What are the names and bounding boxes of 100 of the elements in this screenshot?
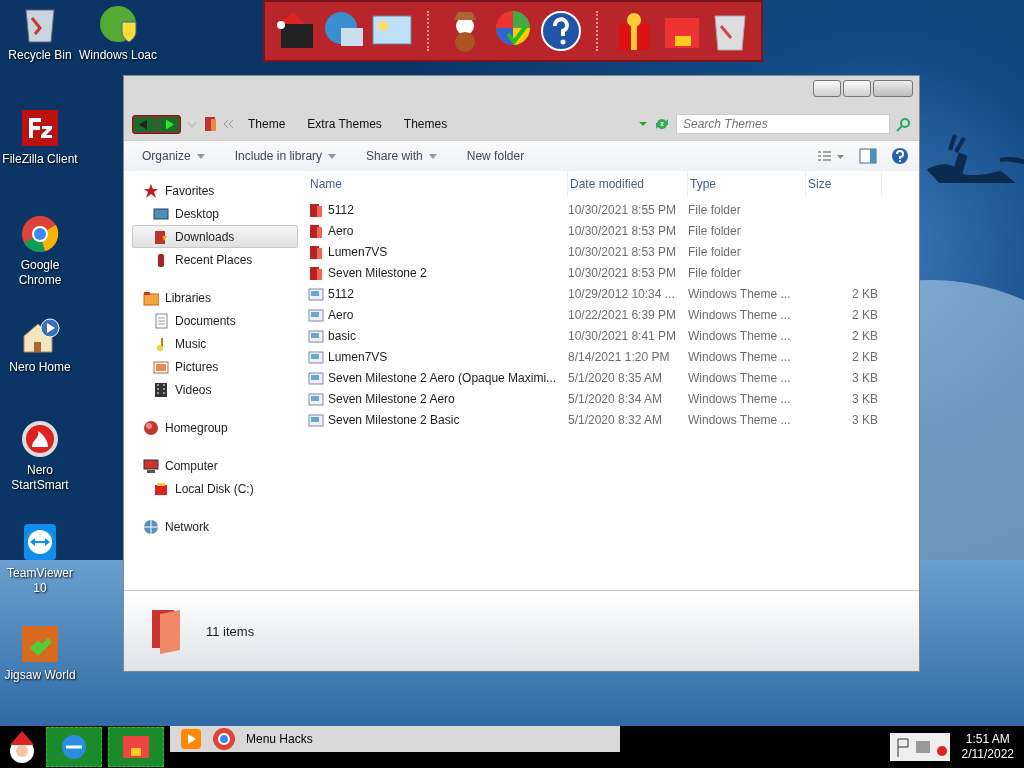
breadcrumb-item[interactable]: Theme <box>240 115 294 133</box>
file-name[interactable]: Seven Milestone 2 Aero <box>328 391 455 406</box>
computer-icon <box>143 457 159 474</box>
flame-icon[interactable] <box>20 419 60 459</box>
help-icon[interactable] <box>891 147 909 165</box>
nav-item[interactable]: Network <box>132 515 298 538</box>
nav-item[interactable]: Favorites <box>132 179 298 202</box>
folder-icon <box>308 264 324 281</box>
table-cell-text: 5/1/2020 8:34 AM <box>568 391 664 406</box>
theme-file-icon <box>308 348 324 365</box>
table-cell-text: 10/30/2021 8:41 PM <box>568 328 678 343</box>
downloads-folder-icon <box>153 228 169 245</box>
library-icon <box>143 289 159 306</box>
folder-icon <box>203 116 217 132</box>
file-name[interactable]: Aero <box>328 223 354 238</box>
desktop-icon-label[interactable]: Google Chrome <box>0 258 80 288</box>
house-icon[interactable] <box>20 316 60 356</box>
desktop-icon-label[interactable]: Recycle Bin <box>8 48 72 63</box>
file-name[interactable]: Seven Milestone 2 Basic <box>328 412 460 427</box>
table-cell-text: File folder <box>688 244 742 259</box>
table-cell-text: 10/30/2021 8:55 PM <box>568 202 678 217</box>
taskbar-window-button[interactable]: Menu Hacks <box>170 726 620 752</box>
nav-item[interactable]: Videos <box>132 378 298 401</box>
table-cell-text: 5/1/2020 8:32 AM <box>568 412 664 427</box>
column-header[interactable]: Date modified <box>568 171 688 197</box>
column-header[interactable]: Size <box>806 171 882 197</box>
nav-item[interactable]: Libraries <box>132 286 298 309</box>
theme-file-icon <box>308 327 324 344</box>
maximize-button[interactable] <box>843 80 871 97</box>
help-icon[interactable] <box>540 10 582 52</box>
desktop-icon-label[interactable]: Windows Loac <box>78 48 157 63</box>
table-cell-text: 10/29/2012 10:34 ... <box>568 286 676 301</box>
folder-icon <box>308 222 324 239</box>
table-cell-text: Windows Theme ... <box>688 286 792 301</box>
table-cell: 2 KB <box>852 328 878 343</box>
table-cell-text: 10/30/2021 8:53 PM <box>568 265 678 280</box>
document-icon <box>153 312 169 329</box>
file-name[interactable]: 5112 <box>328 202 354 217</box>
nav-item[interactable]: Homegroup <box>132 416 298 439</box>
toolbar-button[interactable]: New folder <box>458 146 533 166</box>
desktop-icon-label[interactable]: FileZilla Client <box>2 152 78 167</box>
column-header[interactable]: Name <box>308 171 568 197</box>
nav-item[interactable]: Recent Places <box>132 248 298 271</box>
minimize-button[interactable] <box>813 80 841 97</box>
caret-icon <box>328 153 337 159</box>
table-cell: 3 KB <box>852 391 878 406</box>
desktop-icon-label[interactable]: Nero Home <box>9 360 71 375</box>
table-cell-text: 10/30/2021 8:53 PM <box>568 244 678 259</box>
table-cell: 2 KB <box>852 307 878 322</box>
nav-item[interactable]: Documents <box>132 309 298 332</box>
nav-item[interactable]: Downloads <box>132 225 298 248</box>
table-cell-text: Windows Theme ... <box>688 370 792 385</box>
table-cell-text: File folder <box>688 202 742 217</box>
nav-item[interactable]: Pictures <box>132 355 298 378</box>
nav-item[interactable]: Local Disk (C:) <box>132 477 298 500</box>
flag-icon[interactable] <box>889 733 950 761</box>
table-cell-text: 10/30/2021 8:53 PM <box>568 223 678 238</box>
folder-icon <box>308 243 324 260</box>
toolbar-button[interactable]: Share with <box>358 146 445 166</box>
shield-icon[interactable] <box>98 4 138 44</box>
table-cell-text: 10/22/2021 6:39 PM <box>568 307 678 322</box>
desktop-icon-label[interactable]: Jigsaw World <box>4 668 76 683</box>
chrome-icon[interactable] <box>20 214 60 254</box>
theme-file-icon <box>308 285 324 302</box>
file-name[interactable]: basic <box>328 328 356 343</box>
clock[interactable]: 1:51 AM 2/11/2022 <box>955 732 1020 762</box>
caret-icon <box>428 153 437 159</box>
folder-icon <box>308 201 324 218</box>
file-name[interactable]: Lumen7VS <box>328 244 388 259</box>
close-button[interactable] <box>873 80 913 97</box>
breadcrumb-item[interactable]: Extra Themes <box>299 115 390 133</box>
file-name[interactable]: Seven Milestone 2 Aero (Opaque Maximi... <box>328 370 557 385</box>
theme-file-icon <box>308 306 324 323</box>
toolbar-button[interactable]: Include in library <box>226 146 345 166</box>
nav-item[interactable]: Computer <box>132 454 298 477</box>
theme-file-icon <box>308 390 324 407</box>
table-cell: 3 KB <box>852 370 878 385</box>
column-header[interactable]: Type <box>688 171 806 197</box>
nav-item[interactable]: Music <box>132 332 298 355</box>
table-cell-text: File folder <box>688 265 742 280</box>
file-name[interactable]: Lumen7VS <box>328 349 388 364</box>
chrome-icon <box>212 727 236 751</box>
fz-logo-icon[interactable] <box>20 108 60 148</box>
file-name[interactable]: Seven Milestone 2 <box>328 265 427 280</box>
picture-icon <box>153 358 169 375</box>
view-options-icon[interactable] <box>817 150 845 162</box>
search-field[interactable]: Search Themes <box>676 114 890 134</box>
theme-file-icon <box>308 411 324 428</box>
file-name[interactable]: Aero <box>328 307 354 322</box>
film-icon <box>153 381 169 398</box>
nav-item[interactable]: Desktop <box>132 202 298 225</box>
preview-pane-icon[interactable] <box>859 148 877 164</box>
theme-file-icon <box>308 369 324 386</box>
desktop-icon-label[interactable]: Nero StartSmart <box>0 463 80 493</box>
toolbar-button[interactable]: Organize <box>134 146 213 166</box>
item-count: 11 items <box>206 623 255 639</box>
file-name[interactable]: 5112 <box>328 286 354 301</box>
breadcrumb-item[interactable]: Themes <box>395 115 456 133</box>
table-cell-text: Windows Theme ... <box>688 349 792 364</box>
network-icon <box>143 518 159 535</box>
